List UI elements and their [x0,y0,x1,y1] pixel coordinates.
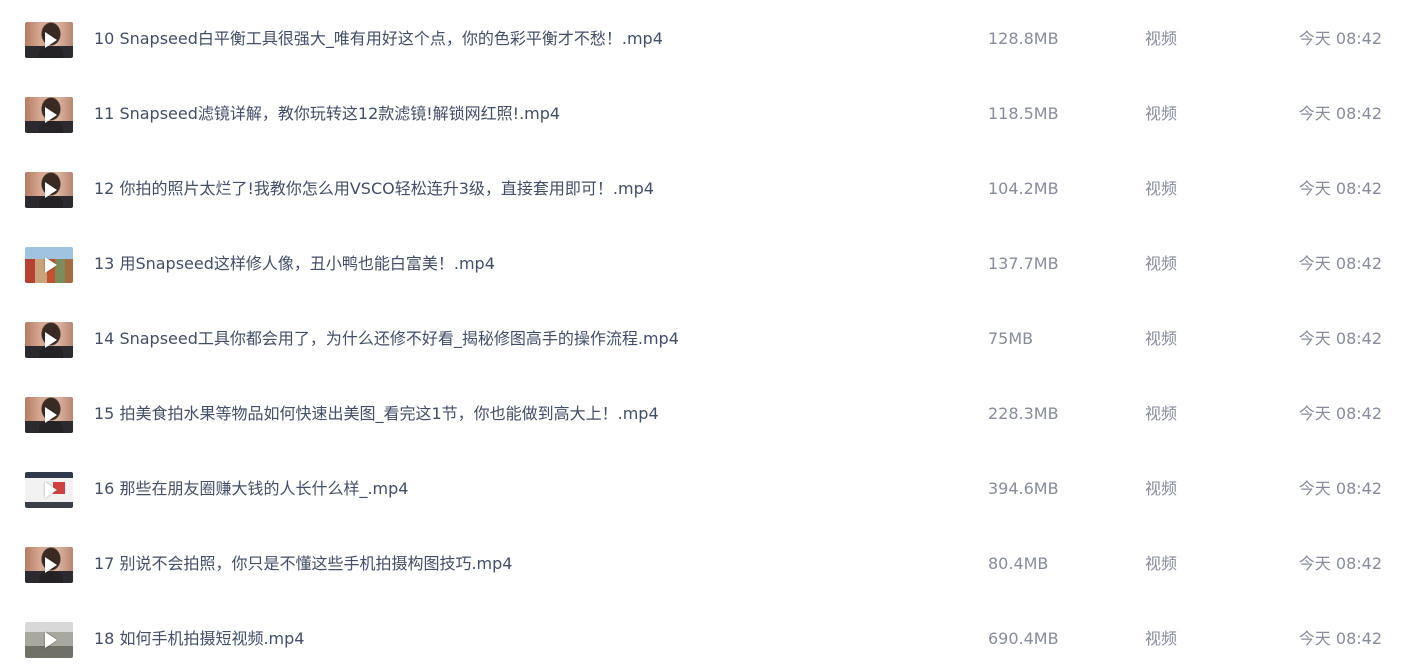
video-thumbnail[interactable] [25,622,73,658]
play-icon [45,107,57,123]
video-thumbnail[interactable] [25,97,73,133]
video-thumbnail[interactable] [25,397,73,433]
play-icon [45,332,57,348]
file-name[interactable]: 14 Snapseed工具你都会用了，为什么还修不好看_揭秘修图高手的操作流程.… [94,329,679,349]
play-icon [45,182,57,198]
file-name[interactable]: 17 别说不会拍照，你只是不懂这些手机拍摄构图技巧.mp4 [94,554,512,574]
file-name[interactable]: 13 用Snapseed这样修人像，丑小鸭也能白富美！.mp4 [94,254,495,274]
file-modified-time: 今天 08:42 [1298,554,1382,573]
file-row[interactable]: 13 用Snapseed这样修人像，丑小鸭也能白富美！.mp4 137.7MB … [0,245,1420,320]
file-size: 75MB [988,329,1034,348]
file-list: 10 Snapseed白平衡工具很强大_唯有用好这个点，你的色彩平衡才不愁！.m… [0,0,1420,671]
file-type: 视频 [1145,629,1178,648]
play-icon [45,257,57,273]
play-icon [45,482,57,498]
file-modified-time: 今天 08:42 [1298,629,1382,648]
play-icon [45,32,57,48]
file-modified-time: 今天 08:42 [1298,179,1382,198]
file-type: 视频 [1145,329,1178,348]
file-row[interactable]: 12 你拍的照片太烂了!我教你怎么用VSCO轻松连升3级，直接套用即可！.mp4… [0,170,1420,245]
play-icon [45,557,57,573]
file-row[interactable]: 16 那些在朋友圈赚大钱的人长什么样_.mp4 394.6MB 视频 今天 08… [0,470,1420,545]
file-row[interactable]: 17 别说不会拍照，你只是不懂这些手机拍摄构图技巧.mp4 80.4MB 视频 … [0,545,1420,620]
file-size: 128.8MB [988,29,1059,48]
file-size: 394.6MB [988,479,1059,498]
file-row[interactable]: 11 Snapseed滤镜详解，教你玩转这12款滤镜!解锁网红照!.mp4 11… [0,95,1420,170]
file-type: 视频 [1145,254,1178,273]
file-size: 228.3MB [988,404,1059,423]
file-name[interactable]: 16 那些在朋友圈赚大钱的人长什么样_.mp4 [94,479,408,499]
file-modified-time: 今天 08:42 [1298,104,1382,123]
file-type: 视频 [1145,179,1178,198]
video-thumbnail[interactable] [25,22,73,58]
file-size: 80.4MB [988,554,1049,573]
play-icon [45,632,57,648]
file-type: 视频 [1145,104,1178,123]
video-thumbnail[interactable] [25,247,73,283]
file-name[interactable]: 15 拍美食拍水果等物品如何快速出美图_看完这1节，你也能做到高大上！.mp4 [94,404,659,424]
file-name[interactable]: 18 如何手机拍摄短视频.mp4 [94,629,304,649]
file-type: 视频 [1145,29,1178,48]
file-size: 118.5MB [988,104,1059,123]
file-modified-time: 今天 08:42 [1298,254,1382,273]
file-name[interactable]: 11 Snapseed滤镜详解，教你玩转这12款滤镜!解锁网红照!.mp4 [94,104,560,124]
file-size: 690.4MB [988,629,1059,648]
video-thumbnail[interactable] [25,322,73,358]
video-thumbnail[interactable] [25,547,73,583]
file-row[interactable]: 10 Snapseed白平衡工具很强大_唯有用好这个点，你的色彩平衡才不愁！.m… [0,20,1420,95]
file-modified-time: 今天 08:42 [1298,329,1382,348]
file-type: 视频 [1145,554,1178,573]
play-icon [45,407,57,423]
video-thumbnail[interactable] [25,172,73,208]
file-name[interactable]: 12 你拍的照片太烂了!我教你怎么用VSCO轻松连升3级，直接套用即可！.mp4 [94,179,654,199]
file-name[interactable]: 10 Snapseed白平衡工具很强大_唯有用好这个点，你的色彩平衡才不愁！.m… [94,29,663,49]
file-modified-time: 今天 08:42 [1298,29,1382,48]
file-modified-time: 今天 08:42 [1298,479,1382,498]
file-size: 104.2MB [988,179,1059,198]
file-size: 137.7MB [988,254,1059,273]
file-type: 视频 [1145,479,1178,498]
video-thumbnail[interactable] [25,472,73,508]
file-row[interactable]: 14 Snapseed工具你都会用了，为什么还修不好看_揭秘修图高手的操作流程.… [0,320,1420,395]
file-row[interactable]: 15 拍美食拍水果等物品如何快速出美图_看完这1节，你也能做到高大上！.mp4 … [0,395,1420,470]
file-row[interactable]: 18 如何手机拍摄短视频.mp4 690.4MB 视频 今天 08:42 [0,620,1420,671]
file-type: 视频 [1145,404,1178,423]
file-modified-time: 今天 08:42 [1298,404,1382,423]
